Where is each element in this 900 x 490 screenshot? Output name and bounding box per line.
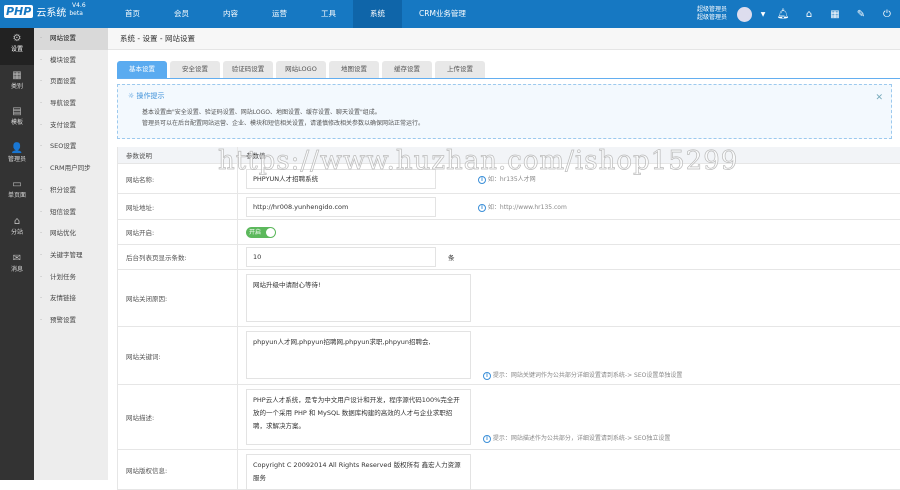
message-icon: ✉ bbox=[12, 252, 22, 264]
submenu-item[interactable]: SEO设置 bbox=[34, 136, 108, 158]
close-icon[interactable]: ✕ bbox=[875, 93, 883, 103]
nav-tools[interactable]: 工具 bbox=[304, 0, 353, 28]
bell-icon[interactable]: 🔔︎ bbox=[770, 9, 796, 20]
user-info: 超级管理员 超级管理员 bbox=[696, 6, 727, 21]
tab-captcha[interactable]: 验证码设置 bbox=[223, 61, 273, 78]
submenu-item[interactable]: 模块设置 bbox=[34, 50, 108, 72]
chevron-down-icon[interactable]: ▼ bbox=[756, 11, 770, 18]
info-icon: i bbox=[483, 435, 491, 443]
nav-system[interactable]: 系统 bbox=[353, 0, 402, 28]
tab-security[interactable]: 安全设置 bbox=[170, 61, 220, 78]
submenu-item[interactable]: 网站设置 bbox=[34, 28, 108, 50]
sidebar-item-settings[interactable]: ⚙ 设置 bbox=[0, 28, 34, 65]
logo[interactable]: PHP 云系统 beta V4.6 bbox=[4, 2, 86, 19]
tab-map[interactable]: 地图设置 bbox=[329, 61, 379, 78]
field-label: 后台列表页显示条数: bbox=[118, 245, 238, 269]
field-label: 网站名称: bbox=[118, 164, 238, 193]
field-label: 网站开启: bbox=[118, 220, 238, 244]
field-label: 网站版权信息: bbox=[118, 450, 238, 489]
sidebar-item-substation[interactable]: ⌂ 分站 bbox=[0, 211, 34, 248]
tip-line: 管理员可以在后台配置网站运营、企业、模块和短信相关设置，请谨慎修改相关参数以确保… bbox=[142, 120, 425, 127]
submenu-item[interactable]: 导航设置 bbox=[34, 93, 108, 115]
tab-upload[interactable]: 上传设置 bbox=[435, 61, 485, 78]
submenu-item[interactable]: 短信设置 bbox=[34, 202, 108, 224]
power-icon[interactable]: ⏻ bbox=[874, 9, 900, 20]
description-textarea[interactable]: PHP云人才系统，是专为中文用户设计和开发，程序源代码100%完全开放的一个采用… bbox=[246, 389, 471, 445]
template-icon: ▤ bbox=[12, 106, 22, 118]
category-icon: ▦ bbox=[12, 69, 22, 81]
top-bar: PHP 云系统 beta V4.6 首页 会员 内容 运营 工具 系统 CRM业… bbox=[0, 0, 900, 28]
field-label: 网址地址: bbox=[118, 194, 238, 219]
nav-crm[interactable]: CRM业务管理 bbox=[402, 0, 483, 28]
copyright-textarea[interactable]: Copyright C 20092014 All Rights Reserved… bbox=[246, 454, 471, 490]
nav-member[interactable]: 会员 bbox=[157, 0, 206, 28]
field-label: 网站描述: bbox=[118, 385, 238, 449]
submenu-item[interactable]: 积分设置 bbox=[34, 180, 108, 202]
field-label: 网站关闭原因: bbox=[118, 270, 238, 326]
tip-line: 基本设置由"安全设置、验证码设置、网站LOGO、地图设置、缓存设置、聊天设置"组… bbox=[142, 109, 381, 116]
basket-icon: ⌂ bbox=[13, 215, 21, 227]
tab-logo[interactable]: 网站LOGO bbox=[276, 61, 326, 78]
info-icon: i bbox=[483, 372, 491, 380]
info-icon: i bbox=[478, 203, 486, 212]
site-open-toggle[interactable]: 开启 bbox=[246, 226, 276, 238]
unit-label: 条 bbox=[448, 254, 455, 262]
submenu-item[interactable]: 网站优化 bbox=[34, 223, 108, 245]
close-reason-textarea[interactable]: 网站升级中请耐心等待! bbox=[246, 274, 471, 322]
submenu-item[interactable]: 计划任务 bbox=[34, 267, 108, 289]
tab-cache[interactable]: 缓存设置 bbox=[382, 61, 432, 78]
settings-tabs: 基本设置 安全设置 验证码设置 网站LOGO 地图设置 缓存设置 上传设置 bbox=[117, 61, 900, 79]
tab-basic[interactable]: 基本设置 bbox=[117, 61, 167, 78]
broom-icon[interactable]: ✎ bbox=[848, 9, 874, 20]
sidebar-item-template[interactable]: ▤ 模板 bbox=[0, 101, 34, 138]
icon-sidebar: ⚙ 设置 ▦ 类别 ▤ 模板 👤 管理员 ▭ 单页面 ⌂ 分站 ✉ 消息 bbox=[0, 28, 34, 480]
settings-table: 参数说明 参数值 网站名称: PHPYUN人才招聘系统 i 如：hr135人才网 网址… bbox=[117, 147, 900, 490]
site-name-input[interactable]: PHPYUN人才招聘系统 bbox=[246, 168, 436, 189]
avatar[interactable] bbox=[737, 6, 752, 22]
nav-content[interactable]: 内容 bbox=[206, 0, 255, 28]
submenu: 网站设置 模块设置 页面设置 导航设置 支付设置 SEO设置 CRM用户同步 积… bbox=[34, 28, 108, 480]
submenu-item[interactable]: 友情链接 bbox=[34, 288, 108, 310]
lightbulb-icon: ☼ bbox=[128, 92, 137, 100]
main-nav: 首页 会员 内容 运营 工具 系统 CRM业务管理 bbox=[108, 0, 483, 28]
home-icon[interactable]: ⌂ bbox=[796, 9, 822, 20]
sidebar-item-message[interactable]: ✉ 消息 bbox=[0, 248, 34, 285]
submenu-item[interactable]: 预警设置 bbox=[34, 310, 108, 332]
nav-operation[interactable]: 运营 bbox=[255, 0, 304, 28]
gear-icon: ⚙ bbox=[12, 33, 22, 44]
submenu-item[interactable]: 关键字管理 bbox=[34, 245, 108, 267]
breadcrumb: 系统 - 设置 - 网站设置 bbox=[108, 28, 900, 50]
sidebar-item-page[interactable]: ▭ 单页面 bbox=[0, 174, 34, 211]
nav-home[interactable]: 首页 bbox=[108, 0, 157, 28]
submenu-item[interactable]: 支付设置 bbox=[34, 115, 108, 137]
user-icon: 👤 bbox=[10, 142, 24, 154]
sidebar-item-category[interactable]: ▦ 类别 bbox=[0, 65, 34, 102]
page-icon: ▭ bbox=[12, 179, 22, 191]
submenu-item[interactable]: CRM用户同步 bbox=[34, 158, 108, 180]
page-size-input[interactable]: 10 bbox=[246, 247, 436, 267]
column-header: 参数值 bbox=[246, 152, 266, 160]
field-label: 网站关键词: bbox=[118, 327, 238, 384]
keywords-textarea[interactable]: phpyun人才网,phpyun招聘网,phpyun求职,phpyun招聘会, bbox=[246, 331, 471, 379]
info-icon: i bbox=[478, 175, 486, 184]
apps-icon[interactable]: ▦ bbox=[822, 9, 848, 20]
submenu-item[interactable]: 页面设置 bbox=[34, 71, 108, 93]
site-url-input[interactable]: http://hr008.yunhengido.com bbox=[246, 196, 436, 217]
sidebar-item-admin[interactable]: 👤 管理员 bbox=[0, 138, 34, 175]
tip-box: ☼ 操作提示 基本设置由"安全设置、验证码设置、网站LOGO、地图设置、缓存设置… bbox=[117, 84, 892, 139]
column-header: 参数说明 bbox=[118, 147, 238, 163]
